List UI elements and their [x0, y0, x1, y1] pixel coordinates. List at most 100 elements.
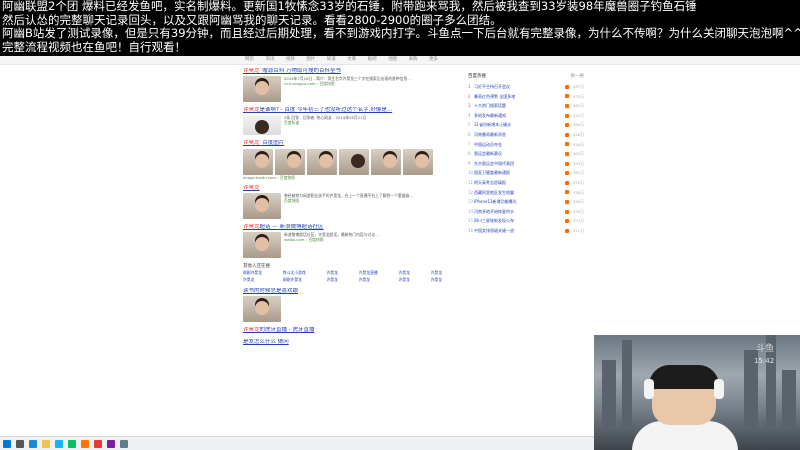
related-search-link[interactable]: 许昊龙 — [326, 277, 353, 283]
image-thumbnail[interactable] — [371, 149, 401, 175]
hot-search-text[interactable]: 明天高考志愿填报 — [474, 178, 563, 188]
hot-search-item[interactable]: 5 31省份新增本土确诊 440万 — [468, 120, 584, 130]
hot-search-item[interactable]: 3 十大热门搜索话题 462万 — [468, 101, 584, 111]
image-thumbnail[interactable] — [307, 149, 337, 175]
related-search-link[interactable]: 许昊龙 — [359, 277, 394, 283]
tab-zhidao[interactable]: 知道 — [327, 57, 336, 62]
result-thumbnail[interactable] — [243, 76, 281, 102]
hot-count: 381万 — [572, 170, 584, 176]
edge-icon[interactable] — [29, 439, 37, 448]
game-icon[interactable] — [107, 439, 115, 448]
hot-search-item[interactable]: 9 东京奥运会中国代表团 393万 — [468, 159, 584, 169]
windows-icon[interactable] — [3, 439, 11, 448]
related-search-link[interactable]: 许昊龙直播 — [359, 270, 394, 276]
result-thumbnail[interactable] — [243, 115, 281, 135]
tab-more[interactable]: 更多 — [429, 57, 438, 62]
related-search-link[interactable]: 许昊龙 — [399, 270, 426, 276]
overlay-line-2: 然后认怂的完整聊天记录回头，以及又跟阿幽骂我的聊天记录。看看2800-2900的… — [2, 13, 502, 27]
hot-search-text[interactable]: iPhone13新增功能曝光 — [474, 197, 563, 207]
douyu-icon[interactable] — [81, 439, 89, 448]
tab-purchase[interactable]: 采购 — [409, 57, 418, 62]
hot-search-item[interactable]: 14 河南多地开始恢复供水 335万 — [468, 207, 584, 217]
hot-search-text[interactable]: 中国运动员夺金 — [474, 140, 563, 150]
related-search-link[interactable]: 许昊龙 — [243, 277, 278, 283]
hot-search-item[interactable]: 6 河南暴雨最新消息 428万 — [468, 130, 584, 140]
related-search-link[interactable]: 许昊龙 — [399, 277, 426, 283]
hot-search-text[interactable]: 多地发布最新通知 — [474, 111, 563, 121]
image-thumbnail[interactable] — [275, 149, 305, 175]
hot-count: 416万 — [572, 141, 584, 147]
hot-count: 428万 — [572, 131, 584, 137]
search-filter-tabs: 网页 资讯 视频 图片 知道 文库 贴吧 地图 采购 更多 — [245, 56, 448, 64]
result-title-link[interactable]: 许昊龙_赠源百科 万物取可搜的百科全书 — [243, 68, 458, 75]
hot-search-text[interactable]: 国家卫健委最新通报 — [474, 168, 563, 178]
hot-search-text[interactable]: 河南多地开始恢复供水 — [474, 207, 563, 217]
hot-search-text[interactable]: 东京奥运会中国代表团 — [474, 159, 563, 169]
result-title-link[interactable]: 读书的时候总是喜欢跟 — [243, 288, 458, 295]
result-title-link[interactable]: 许昊龙是谁啊? - 百度 今年初三了也没听过这个名字,好像是... — [243, 107, 458, 114]
hot-search-text[interactable]: 奥运会最新赛况 — [474, 149, 563, 159]
hot-search-item[interactable]: 7 中国运动员夺金 416万 — [468, 140, 584, 150]
result-title-link[interactable]: 是发怎么什么 做问 — [243, 339, 458, 346]
hot-search-item[interactable]: 12 西藏阿里地区发生地震 358万 — [468, 188, 584, 198]
result-item: 许昊龙_百度图片 image.baidu.com › 百度快照 — [243, 140, 458, 180]
hot-search-text[interactable]: 河南暴雨最新消息 — [474, 130, 563, 140]
image-thumbnail[interactable] — [403, 149, 433, 175]
tab-wenku[interactable]: 文库 — [347, 57, 356, 62]
result-title-link[interactable]: 许昊龙_百度图片 — [243, 140, 458, 147]
hot-search-item[interactable]: 15 四川三星堆新发现公布 323万 — [468, 216, 584, 226]
wechat-icon[interactable] — [68, 439, 76, 448]
explorer-icon[interactable] — [42, 439, 50, 448]
hot-refresh-button[interactable]: 换一换 — [571, 73, 585, 79]
related-search-link[interactable]: 许昊龙 — [431, 270, 458, 276]
hot-search-item[interactable]: 8 奥运会最新赛况 405万 — [468, 149, 584, 159]
hot-search-item[interactable]: 10 国家卫健委最新通报 381万 — [468, 168, 584, 178]
hot-search-text[interactable]: 四川三星堆新发现公布 — [474, 216, 563, 226]
result-thumbnail[interactable] — [243, 296, 281, 322]
qq-icon[interactable] — [55, 439, 63, 448]
image-thumbnail[interactable] — [243, 149, 273, 175]
result-item: 许昊龙 曾经被称为网游职业选手的许昊龙，在上一个直播平台上了解到一个重量级...… — [243, 185, 458, 219]
tab-news[interactable]: 资讯 — [265, 57, 274, 62]
result-item: 许昊龙_赠源百科 万物取可搜的百科全书 2019年7月18日 - 简介：男生名字… — [243, 68, 458, 102]
hot-search-item[interactable]: 16 中国女排晋级关键一战 311万 — [468, 226, 584, 236]
result-url[interactable]: rich.sougou.com › 百度快照 — [284, 81, 411, 86]
hot-search-text[interactable]: 习近平主持召开会议 — [474, 82, 563, 92]
hot-search-text[interactable]: 暴雨红色预警 全国多地 — [474, 92, 563, 102]
music-icon[interactable] — [94, 439, 102, 448]
result-title-link[interactable]: 许昊龙超话 — 新浪微博超话社区 — [243, 224, 458, 231]
tab-web[interactable]: 网页 — [245, 57, 254, 62]
result-thumbnail[interactable] — [243, 232, 281, 258]
tab-map[interactable]: 地图 — [388, 57, 397, 62]
hot-search-text[interactable]: 中国女排晋级关键一战 — [474, 226, 563, 236]
search-results: 许昊龙_赠源百科 万物取可搜的百科全书 2019年7月18日 - 简介：男生名字… — [243, 68, 458, 351]
result-url[interactable]: 百度知道 — [284, 120, 366, 125]
hot-search-item[interactable]: 4 多地发布最新通知 452万 — [468, 111, 584, 121]
related-search-link[interactable]: 铁斗太小游戏 — [283, 270, 322, 276]
result-url[interactable]: image.baidu.com › 百度快照 — [243, 175, 458, 180]
result-thumbnail[interactable] — [243, 193, 281, 219]
hot-search-text[interactable]: 西藏阿里地区发生地震 — [474, 188, 563, 198]
result-url[interactable]: 百度快照 — [284, 198, 413, 203]
result-title-link[interactable]: 许昊龙的虎牙直播 - 虎牙直播 — [243, 327, 458, 334]
related-search-link[interactable]: 刚刚许昊龙 — [283, 277, 322, 283]
search-icon[interactable] — [16, 439, 24, 448]
related-search-link[interactable]: 刚刚许昊龙 — [243, 270, 278, 276]
hot-search-text[interactable]: 31省份新增本土确诊 — [474, 120, 563, 130]
related-search-link[interactable]: 许昊龙 — [431, 277, 458, 283]
tab-video[interactable]: 视频 — [286, 57, 295, 62]
hot-badge-icon — [564, 161, 569, 166]
result-title-link[interactable]: 许昊龙 — [243, 185, 458, 192]
result-item: 是发怎么什么 做问 — [243, 339, 458, 346]
hot-search-item[interactable]: 13 iPhone13新增功能曝光 346万 — [468, 197, 584, 207]
related-search-link[interactable]: 许昊龙 — [326, 270, 353, 276]
tab-tieba[interactable]: 贴吧 — [368, 57, 377, 62]
result-url[interactable]: weibo.com › 百度快照 — [284, 237, 379, 242]
hot-search-item[interactable]: 2 暴雨红色预警 全国多地 475万 — [468, 92, 584, 102]
settings-icon[interactable] — [120, 439, 128, 448]
hot-search-text[interactable]: 十大热门搜索话题 — [474, 101, 563, 111]
image-thumbnail[interactable] — [339, 149, 369, 175]
hot-search-item[interactable]: 1 习近平主持召开会议 487万 — [468, 82, 584, 92]
hot-search-item[interactable]: 11 明天高考志愿填报 370万 — [468, 178, 584, 188]
tab-images[interactable]: 图片 — [306, 57, 315, 62]
